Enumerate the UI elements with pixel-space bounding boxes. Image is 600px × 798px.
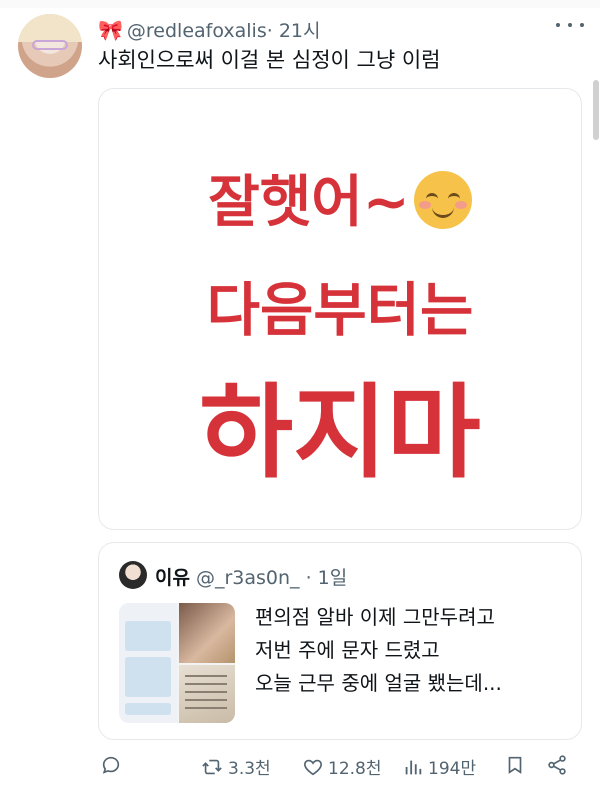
heart-icon	[304, 759, 322, 775]
like-button[interactable]: 12.8천	[302, 754, 382, 779]
image-line-3: 하지마	[199, 374, 481, 493]
share-button[interactable]	[546, 754, 568, 776]
image-line-2: 다음부터는	[206, 276, 474, 344]
quoted-text-line: 저번 주에 문자 드렸고	[255, 638, 440, 662]
quoted-text-line: 편의점 알바 이제 그만두려고	[255, 605, 495, 629]
quoted-text-line: 오늘 근무 중에 얼굴 뵀는데...	[255, 671, 502, 695]
tweet-header: 🎀 @redleafoxalis· 21시	[98, 16, 320, 43]
quoted-handle: @_r3as0n_	[195, 567, 300, 589]
author-handle[interactable]: @redleafoxalis	[127, 20, 267, 42]
action-bar: 3.3천 12.8천 194만	[0, 754, 600, 786]
quoted-tweet[interactable]: 이유 @_r3as0n_ · 1일 편의점 알바 이제 그만두려고 저번 주에 문…	[98, 542, 582, 740]
top-edge	[0, 0, 600, 8]
smiling-face-icon	[413, 171, 472, 229]
reply-button[interactable]	[100, 754, 122, 776]
retweet-count: 3.3천	[228, 759, 271, 779]
quoted-name: 이유	[155, 567, 190, 589]
quoted-avatar	[119, 561, 147, 589]
quoted-header: 이유 @_r3as0n_ · 1일	[155, 563, 347, 590]
views-icon	[405, 760, 422, 774]
bookmark-icon	[508, 756, 522, 774]
image-line-1: 잘햇어~	[99, 157, 581, 238]
tweet-image[interactable]: 잘햇어~ 다음부터는 하지마	[98, 88, 582, 530]
more-icon[interactable]	[556, 17, 584, 33]
scrollbar-thumb[interactable]	[593, 80, 599, 140]
quoted-thumbnail[interactable]	[119, 603, 235, 723]
author-avatar[interactable]	[18, 14, 82, 78]
views-button[interactable]: 194만	[402, 754, 476, 779]
reply-icon	[102, 756, 120, 774]
bookmark-button[interactable]	[504, 754, 526, 776]
retweet-icon	[202, 759, 222, 774]
ribbon-icon: 🎀	[98, 18, 123, 42]
quoted-time: · 1일	[305, 567, 348, 589]
share-icon	[548, 755, 566, 775]
quoted-text: 편의점 알바 이제 그만두려고 저번 주에 문자 드렸고 오늘 근무 중에 얼굴…	[255, 601, 502, 700]
tweet-time[interactable]: · 21시	[267, 20, 321, 42]
retweet-button[interactable]: 3.3천	[200, 754, 271, 779]
tweet-text: 사회인으로써 이걸 본 심정이 그냥 이럼	[98, 48, 441, 72]
views-count: 194만	[428, 759, 477, 779]
like-count: 12.8천	[328, 759, 382, 779]
